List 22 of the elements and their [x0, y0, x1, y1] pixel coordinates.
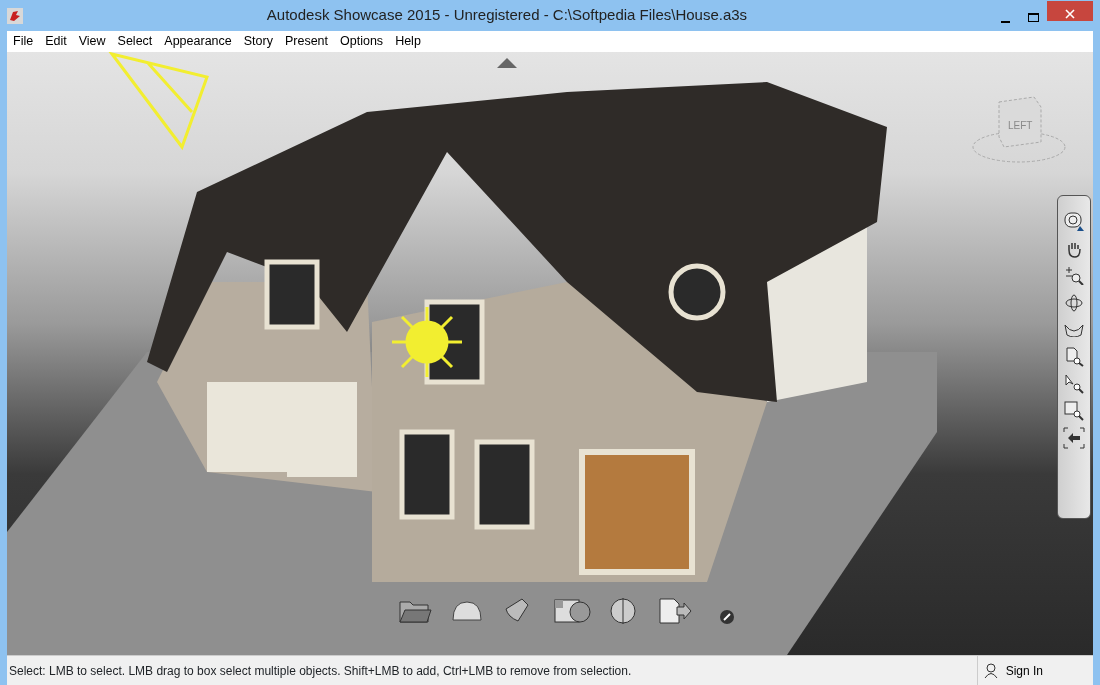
maximize-icon [1027, 13, 1039, 24]
menu-item[interactable]: Appearance [158, 32, 238, 51]
collapse-arrow-icon[interactable] [497, 58, 517, 68]
zoom-selected-icon[interactable] [1062, 372, 1086, 396]
menu-item[interactable]: Edit [39, 32, 73, 51]
back-arrow-icon[interactable] [1062, 426, 1086, 450]
menu-item[interactable]: Present [278, 32, 335, 51]
menu-item[interactable]: View [72, 32, 112, 51]
menu-item[interactable]: Story [237, 32, 279, 51]
status-message: Select: LMB to select. LMB drag to box select multiple objects. Shift+LMB to add, Ctrl+LMB to remove from selection. [8, 662, 633, 680]
sign-in-button[interactable]: Sign In [976, 656, 1093, 685]
menu-item[interactable]: Help [389, 32, 427, 51]
menu-item[interactable]: File [7, 32, 40, 51]
export-page-icon[interactable] [657, 595, 693, 627]
minimize-icon [1000, 21, 1010, 24]
close-icon [1065, 8, 1075, 19]
user-icon [983, 662, 998, 679]
menu-item[interactable]: Options [334, 32, 390, 51]
menu-item[interactable]: Select [111, 32, 159, 51]
zoom-window-icon[interactable] [1062, 399, 1086, 423]
app-logo-icon [7, 7, 23, 24]
window-title: Autodesk Showcase 2015 - Unregistered - C:\Softpedia Files\House.a3s [265, 5, 749, 26]
